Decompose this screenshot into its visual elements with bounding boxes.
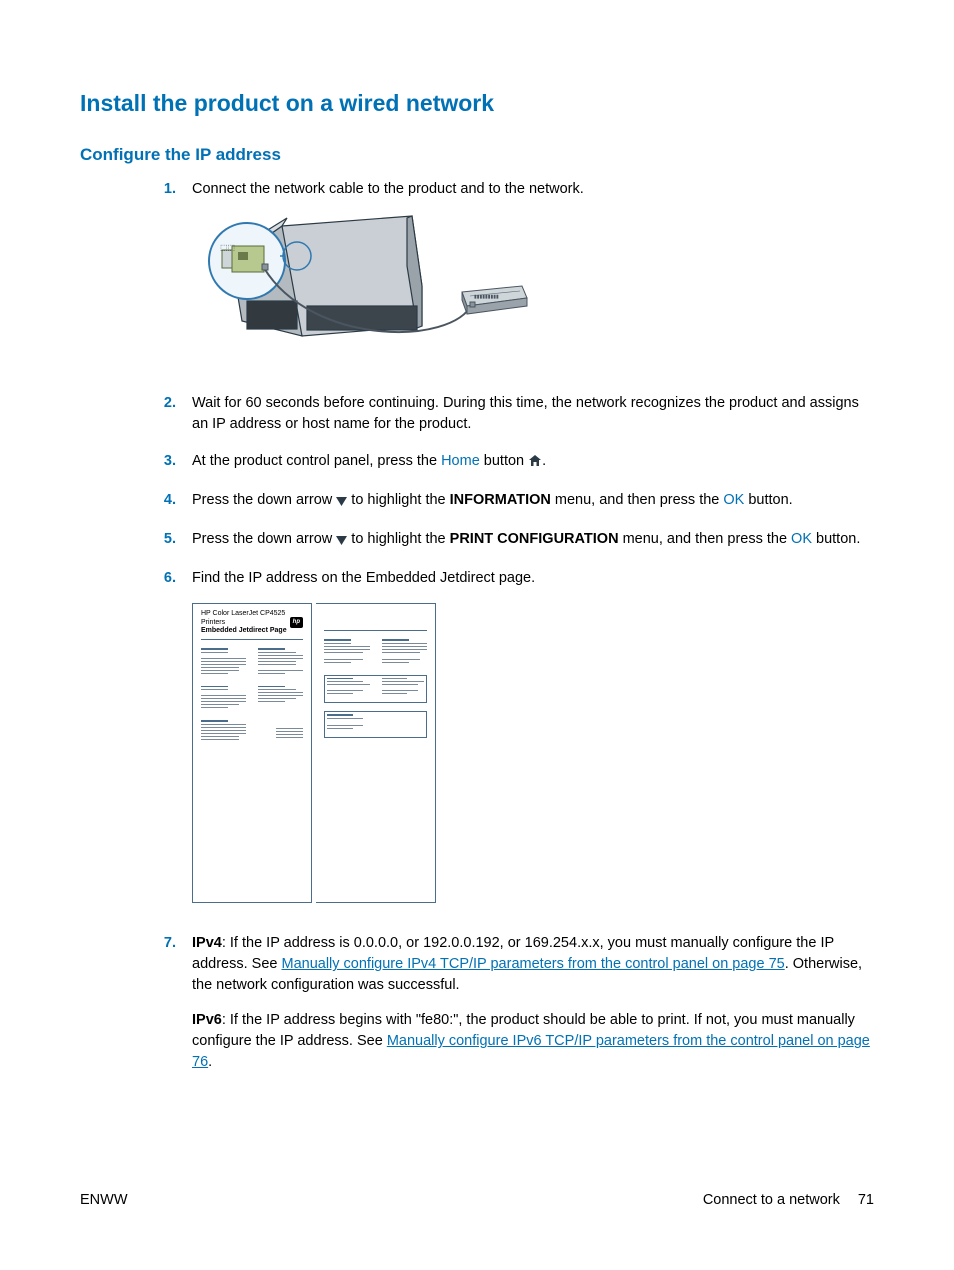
home-icon: [528, 453, 542, 474]
step-4: 4. Press the down arrow to highlight the…: [156, 490, 874, 513]
svg-text:⬚⬚: ⬚⬚: [220, 243, 235, 252]
step-number: 7.: [156, 933, 192, 1073]
step-text: Wait for 60 seconds before continuing. D…: [192, 393, 874, 435]
step-text: Press the down arrow to highlight the IN…: [192, 490, 874, 513]
down-arrow-icon: [336, 531, 347, 552]
step-number: 2.: [156, 393, 192, 435]
step-text: Press the down arrow to highlight the PR…: [192, 529, 874, 552]
page-title: Install the product on a wired network: [80, 90, 874, 117]
step-3: 3. At the product control panel, press t…: [156, 451, 874, 474]
step-5: 5. Press the down arrow to highlight the…: [156, 529, 874, 552]
footer-left: ENWW: [80, 1192, 128, 1208]
step-2: 2. Wait for 60 seconds before continuing…: [156, 393, 874, 435]
step-number: 5.: [156, 529, 192, 552]
section-title: Configure the IP address: [80, 145, 874, 165]
step-text: At the product control panel, press the …: [192, 451, 874, 474]
step-number: 1.: [156, 179, 192, 377]
step-text: IPv4: If the IP address is 0.0.0.0, or 1…: [192, 933, 874, 1073]
print-configuration-menu-label: PRINT CONFIGURATION: [450, 531, 619, 547]
ok-label: OK: [791, 531, 812, 547]
jetdirect-page-illustration: HP Color LaserJet CP4525 Printers Embedd…: [192, 603, 874, 903]
hp-logo-icon: hp: [290, 617, 303, 628]
page-number: 71: [858, 1192, 874, 1208]
home-label: Home: [441, 453, 480, 469]
step-number: 6.: [156, 568, 192, 917]
step-number: 3.: [156, 451, 192, 474]
svg-text:▮▮▮▮▮▮▮▮▮: ▮▮▮▮▮▮▮▮▮: [474, 294, 499, 300]
ok-label: OK: [723, 492, 744, 508]
printer-network-illustration: ⬚⬚ ▮▮▮▮▮▮▮▮▮: [192, 206, 874, 363]
ipv6-label: IPv6: [192, 1012, 222, 1028]
information-menu-label: INFORMATION: [450, 492, 551, 508]
step-text: Find the IP address on the Embedded Jetd…: [192, 570, 535, 586]
step-6: 6. Find the IP address on the Embedded J…: [156, 568, 874, 917]
footer-section-label: Connect to a network: [703, 1192, 840, 1208]
down-arrow-icon: [336, 492, 347, 513]
ipv4-manual-config-link[interactable]: Manually configure IPv4 TCP/IP parameter…: [281, 956, 784, 972]
step-text: Connect the network cable to the product…: [192, 181, 584, 197]
step-1: 1. Connect the network cable to the prod…: [156, 179, 874, 377]
page-footer: ENWW Connect to a network 71: [80, 1192, 874, 1208]
ipv4-label: IPv4: [192, 935, 222, 951]
step-7: 7. IPv4: If the IP address is 0.0.0.0, o…: [156, 933, 874, 1073]
step-number: 4.: [156, 490, 192, 513]
